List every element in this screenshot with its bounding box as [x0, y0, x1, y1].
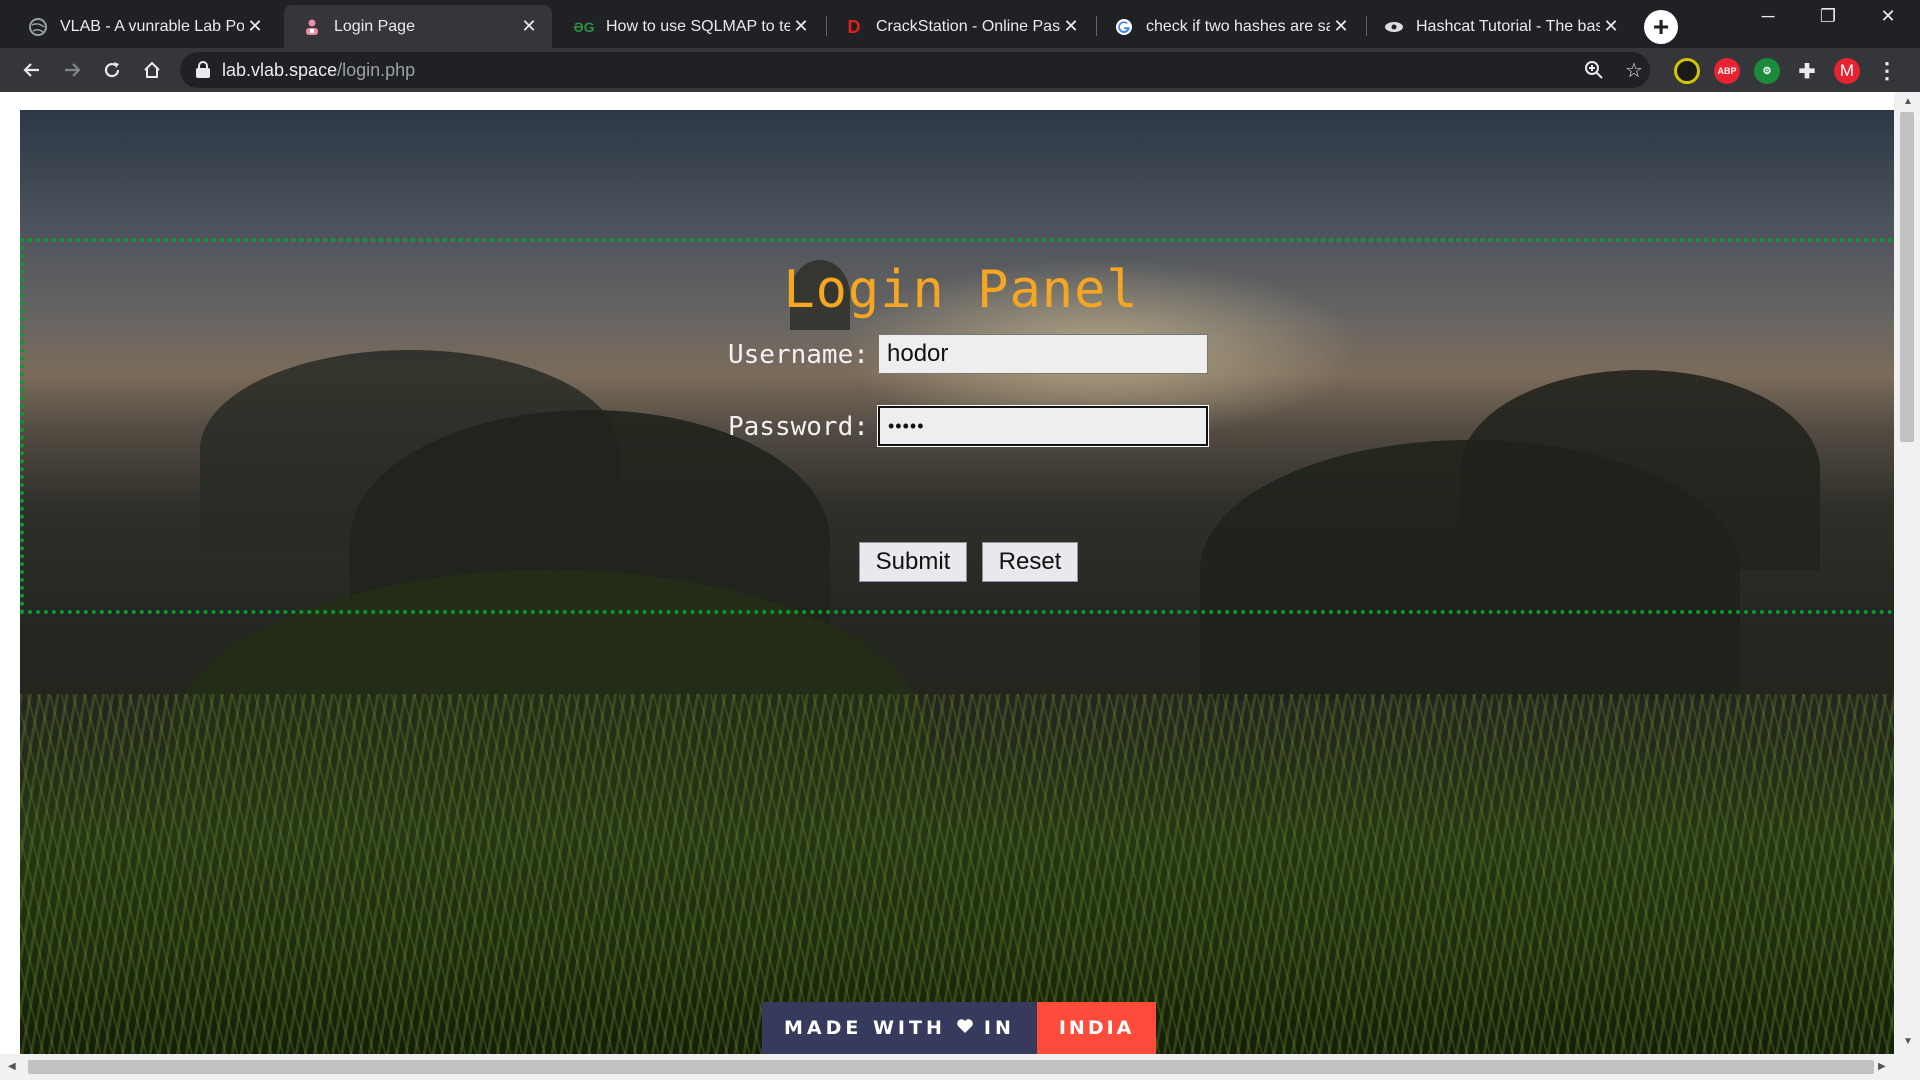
- profile-avatar[interactable]: M: [1834, 58, 1860, 84]
- tab-hashcat[interactable]: Hashcat Tutorial - The basics ✕: [1366, 5, 1634, 48]
- made-with-text: MADE WITH: [784, 1017, 946, 1039]
- scroll-up-icon[interactable]: ▲: [1903, 96, 1913, 107]
- close-tab-icon[interactable]: ✕: [1602, 16, 1620, 36]
- vertical-scrollbar[interactable]: ▲ ▼: [1894, 92, 1920, 1054]
- tab-strip: VLAB - A vunrable Lab Portal ✕ Login Pag…: [0, 0, 1920, 48]
- scroll-down-icon[interactable]: ▼: [1903, 1036, 1913, 1047]
- scrollbar-thumb[interactable]: [1900, 112, 1914, 442]
- extensions-puzzle-icon[interactable]: ✚: [1794, 58, 1820, 84]
- grass-foreground: [20, 694, 1894, 1054]
- tab-title: CrackStation - Online Passw: [876, 18, 1060, 35]
- close-window-icon[interactable]: ✕: [1860, 2, 1916, 30]
- made-in-text: IN: [983, 1017, 1015, 1039]
- adblock-icon[interactable]: ABP: [1714, 58, 1740, 84]
- eye-icon: [1384, 17, 1404, 37]
- tab-vlab[interactable]: VLAB - A vunrable Lab Portal ✕: [10, 5, 278, 48]
- tab-google-search[interactable]: check if two hashes are same ✕: [1096, 5, 1364, 48]
- login-page-background: Login Panel Username: Password: ••••• Su…: [20, 110, 1894, 1054]
- tab-title: Hashcat Tutorial - The basics: [1416, 18, 1600, 35]
- url-path: /login.php: [337, 60, 416, 80]
- username-label: Username:: [728, 340, 869, 370]
- new-tab-button[interactable]: +: [1644, 10, 1678, 44]
- reload-icon[interactable]: [96, 54, 128, 86]
- zoom-icon[interactable]: [1580, 56, 1608, 84]
- browser-toolbar: lab.vlab.space/login.php ☆ ABP ⚙ ✚ M ⋮: [0, 48, 1920, 92]
- made-with-love-badge[interactable]: MADE WITH IN INDIA: [762, 1002, 1157, 1054]
- tab-login-page[interactable]: Login Page ✕: [284, 5, 552, 48]
- username-input[interactable]: [878, 334, 1208, 374]
- horizontal-scrollbar[interactable]: ◀ ▶: [0, 1054, 1920, 1080]
- tab-crackstation[interactable]: D CrackStation - Online Passw ✕: [826, 5, 1094, 48]
- tab-title: check if two hashes are same: [1146, 18, 1330, 35]
- lock-icon[interactable]: [196, 61, 210, 79]
- user-icon: [302, 17, 322, 37]
- reset-button[interactable]: Reset: [982, 542, 1078, 582]
- tab-title: Login Page: [334, 18, 415, 35]
- restore-icon[interactable]: ❐: [1800, 2, 1856, 30]
- page-viewport: Login Panel Username: Password: ••••• Su…: [0, 92, 1920, 1080]
- close-tab-icon[interactable]: ✕: [520, 16, 538, 36]
- menu-kebab-icon[interactable]: ⋮: [1874, 58, 1900, 84]
- google-icon: [1114, 17, 1134, 37]
- bookmark-star-icon[interactable]: ☆: [1620, 56, 1648, 84]
- heart-icon: [956, 1017, 974, 1039]
- close-tab-icon[interactable]: ✕: [1332, 16, 1350, 36]
- scroll-right-icon[interactable]: ▶: [1878, 1061, 1886, 1072]
- tab-sqlmap[interactable]: ƏG How to use SQLMAP to test ✕: [556, 5, 824, 48]
- url-host: lab.vlab.space: [222, 60, 338, 80]
- extension-circle-icon[interactable]: [1674, 58, 1700, 84]
- login-panel: Login Panel Username: Password: ••••• Su…: [20, 238, 1894, 614]
- scrollbar-thumb[interactable]: [28, 1060, 1874, 1074]
- close-tab-icon[interactable]: ✕: [792, 16, 810, 36]
- forward-icon[interactable]: [56, 54, 88, 86]
- minimize-icon[interactable]: ─: [1740, 2, 1796, 30]
- password-input[interactable]: •••••: [878, 406, 1208, 446]
- tab-title: VLAB - A vunrable Lab Portal: [60, 18, 244, 35]
- adblock-label: ABP: [1717, 66, 1737, 76]
- scroll-left-icon[interactable]: ◀: [8, 1061, 16, 1072]
- home-icon[interactable]: [136, 54, 168, 86]
- country-segment: INDIA: [1036, 1002, 1157, 1054]
- address-bar[interactable]: lab.vlab.space/login.php ☆: [180, 52, 1650, 88]
- made-with-segment: MADE WITH IN: [762, 1002, 1037, 1054]
- submit-button[interactable]: Submit: [859, 542, 967, 582]
- crackstation-icon: D: [847, 16, 861, 37]
- password-label: Password:: [728, 412, 869, 442]
- back-icon[interactable]: [16, 54, 48, 86]
- close-tab-icon[interactable]: ✕: [246, 16, 264, 36]
- profile-initial: M: [1839, 61, 1855, 80]
- page-title: Login Panel: [783, 260, 1139, 320]
- globe-icon: [28, 17, 48, 37]
- tab-title: How to use SQLMAP to test: [606, 18, 790, 35]
- url-text[interactable]: lab.vlab.space/login.php: [222, 60, 415, 80]
- close-tab-icon[interactable]: ✕: [1062, 16, 1080, 36]
- extension-green-icon[interactable]: ⚙: [1754, 58, 1780, 84]
- gfg-icon: ƏG: [573, 19, 595, 35]
